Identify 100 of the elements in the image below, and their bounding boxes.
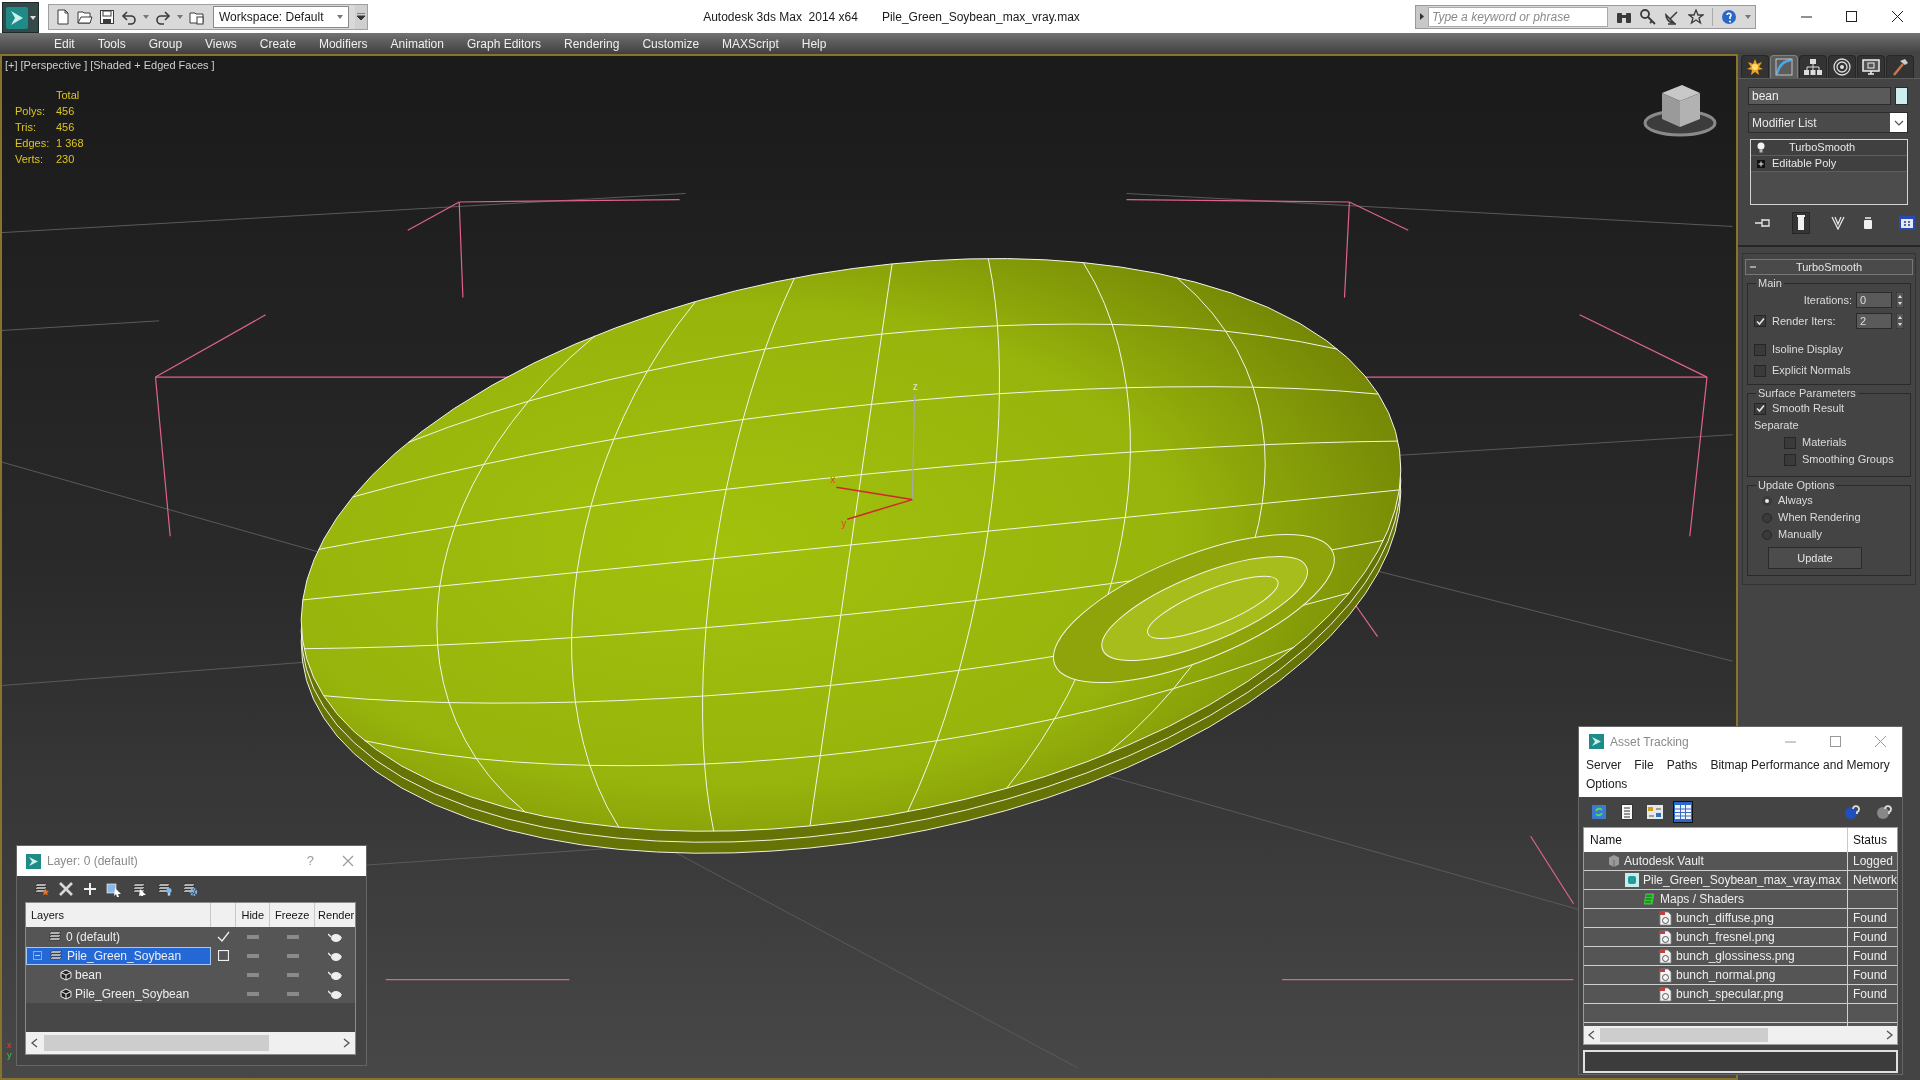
viewport-menu-label[interactable]: [Perspective ]	[20, 57, 88, 74]
layer-name-cell[interactable]: Pile_Green_Soybean	[26, 984, 212, 1003]
close-icon[interactable]	[1875, 736, 1886, 747]
menu-item[interactable]: Tools	[97, 34, 126, 53]
asset-row[interactable]: Pile_Green_Soybean_max_vray.max Network	[1584, 871, 1897, 890]
layers-bulb-icon[interactable]	[156, 882, 172, 896]
asset-row[interactable]: bunch_diffuse.png Found	[1584, 909, 1897, 928]
asset-row[interactable]: Autodesk Vault Logged	[1584, 852, 1897, 871]
plus-icon[interactable]	[83, 882, 97, 896]
checkmark-icon[interactable]	[217, 931, 231, 942]
spinner-arrows-icon[interactable]	[1896, 313, 1904, 329]
scrollbar-thumb[interactable]	[1600, 1028, 1768, 1042]
teapot-icon[interactable]	[328, 969, 343, 980]
panel-tab[interactable]	[1828, 55, 1856, 78]
menu-item[interactable]: MAXScript	[722, 34, 779, 53]
layer-name-cell[interactable]: 0 (default)	[26, 927, 212, 946]
panel-tab[interactable]	[1857, 55, 1885, 78]
menu-item[interactable]: Group	[148, 34, 183, 53]
menu-item[interactable]: Server	[1586, 756, 1622, 775]
checkbox[interactable]	[1754, 402, 1766, 415]
empty-box-icon[interactable]	[218, 950, 230, 961]
caret-icon[interactable]	[177, 14, 183, 19]
panel-tab[interactable]	[1886, 55, 1914, 78]
cube-cursor-icon[interactable]	[106, 881, 122, 897]
toolbar-options-button[interactable]	[355, 4, 367, 29]
menu-item[interactable]: Options	[1586, 775, 1628, 794]
save-icon[interactable]	[99, 8, 115, 25]
view-toggle-button[interactable]	[1673, 801, 1693, 823]
menu-item[interactable]: Create	[259, 34, 296, 53]
menu-item[interactable]: Paths	[1666, 756, 1698, 775]
stack-tool-button[interactable]	[1792, 212, 1810, 234]
viewport-menu-label[interactable]: [+]	[5, 57, 18, 74]
checkbox[interactable]	[1754, 364, 1766, 377]
layers-star-icon[interactable]	[33, 882, 49, 896]
menu-item[interactable]: Help	[801, 34, 827, 53]
redo-icon[interactable]	[155, 8, 171, 25]
viewport-menu-label[interactable]: [Shaded + Edged Faces ]	[90, 57, 215, 74]
help-icon[interactable]	[1876, 804, 1892, 820]
layer-name-cell[interactable]: Pile_Green_Soybean	[26, 946, 212, 965]
key-icon[interactable]	[1640, 8, 1656, 25]
menu-item[interactable]: Rendering	[564, 34, 620, 53]
teapot-icon[interactable]	[328, 931, 343, 942]
horizontal-scrollbar[interactable]	[26, 1032, 355, 1054]
help-icon[interactable]	[1844, 804, 1860, 820]
star-icon[interactable]	[1688, 8, 1704, 25]
asset-row[interactable]: bunch_normal.png Found	[1584, 966, 1897, 985]
panel-tab[interactable]	[1741, 55, 1769, 78]
menu-item[interactable]: Animation	[390, 34, 444, 53]
column-header[interactable]: Status	[1848, 828, 1888, 852]
expand-button[interactable]	[1416, 5, 1428, 28]
view-cube-icon[interactable]	[1643, 85, 1717, 137]
modifier-list-dropdown[interactable]: Modifier List	[1748, 112, 1908, 133]
menu-item[interactable]: Customize	[642, 34, 700, 53]
satellite-dish-icon[interactable]	[1664, 8, 1680, 25]
menu-item[interactable]: Edit	[54, 34, 75, 53]
checkbox[interactable]	[1754, 315, 1766, 327]
asset-row[interactable]: bunch_specular.png Found	[1584, 985, 1897, 1004]
column-header[interactable]: Render	[315, 903, 355, 927]
asset-row[interactable]: bunch_glossiness.png Found	[1584, 947, 1897, 966]
radio-button[interactable]	[1762, 495, 1772, 506]
expand-icon[interactable]	[1757, 159, 1765, 168]
undo-icon[interactable]	[121, 8, 137, 25]
teapot-icon[interactable]	[328, 950, 343, 961]
search-field[interactable]: Type a keyword or phrase	[1428, 6, 1608, 27]
object-name-field[interactable]: bean	[1748, 87, 1891, 105]
radio-button[interactable]	[1762, 512, 1772, 523]
close-icon[interactable]	[342, 855, 354, 867]
stack-item[interactable]: Editable Poly	[1751, 156, 1907, 172]
workspace-dropdown[interactable]: Workspace: Default	[213, 5, 349, 28]
menu-item[interactable]: Bitmap Performance and Memory	[1710, 756, 1890, 775]
checkbox[interactable]	[1754, 343, 1766, 356]
help-icon[interactable]	[1721, 8, 1737, 25]
menu-item[interactable]: File	[1634, 756, 1654, 775]
spinner-arrows-icon[interactable]	[1896, 292, 1904, 308]
layers-cursor-icon[interactable]	[131, 882, 147, 896]
layer-row[interactable]: 0 (default)	[26, 927, 355, 946]
layer-name-cell[interactable]: bean	[26, 965, 212, 984]
asset-row[interactable]: bunch_fresnel.png Found	[1584, 928, 1897, 947]
menu-item[interactable]: Graph Editors	[466, 34, 541, 53]
layer-row[interactable]: Pile_Green_Soybean	[26, 984, 355, 1003]
stack-item[interactable]: TurboSmooth	[1751, 140, 1907, 156]
menu-item[interactable]: Views	[205, 34, 237, 53]
column-header[interactable]: Name	[1584, 828, 1848, 852]
delete-icon[interactable]	[58, 881, 74, 897]
asset-row[interactable]: Maps / Shaders	[1584, 890, 1897, 909]
update-button[interactable]: Update	[1768, 547, 1862, 569]
layer-row[interactable]: bean	[26, 965, 355, 984]
color-swatch-icon[interactable]	[1895, 87, 1908, 105]
layers-gear-icon[interactable]	[181, 882, 197, 896]
radio-button[interactable]	[1762, 529, 1772, 540]
spinner-field[interactable]: 2	[1856, 313, 1892, 329]
maximize-icon[interactable]	[1830, 736, 1841, 747]
rollout-header[interactable]: TurboSmooth	[1745, 259, 1913, 275]
caret-icon[interactable]	[1745, 14, 1751, 19]
checkbox[interactable]	[1784, 453, 1796, 466]
collapse-icon[interactable]	[33, 951, 42, 960]
teapot-icon[interactable]	[328, 988, 343, 999]
caret-icon[interactable]	[143, 14, 149, 19]
app-menu-button[interactable]	[2, 2, 39, 33]
open-folder-icon[interactable]	[77, 8, 93, 25]
